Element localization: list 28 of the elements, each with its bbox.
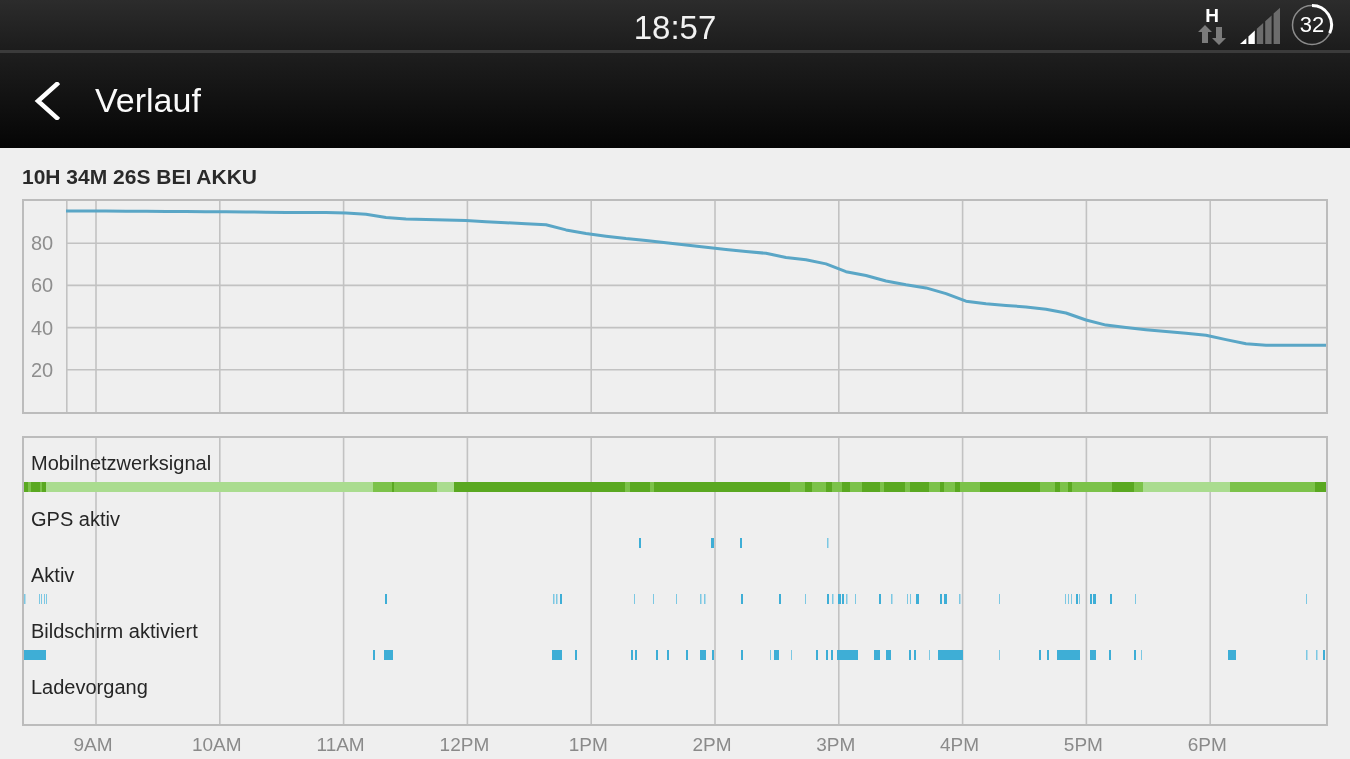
axis-label: 1PM (568, 735, 608, 755)
signal-bars-icon (1240, 6, 1282, 44)
data-arrows-icon (1198, 24, 1226, 45)
axis-label: 5PM (1063, 735, 1103, 755)
axis-label: 12PM (439, 735, 490, 755)
clock-time: 18:57 (633, 7, 717, 44)
axis-label: 10AM (192, 735, 242, 755)
axis-label: 2PM (692, 735, 732, 755)
row-label: Aktiv (31, 563, 75, 588)
axis-label: 11AM (316, 735, 365, 755)
battery-ring-icon (1290, 3, 1334, 47)
axis-label: 20 (30, 359, 54, 380)
row-label: Mobilnetzwerksignal (31, 451, 212, 476)
axis-label: 9AM (73, 735, 113, 755)
row-label: GPS aktiv (31, 507, 120, 532)
axis-label: 6PM (1187, 735, 1227, 755)
row-label: Bildschirm aktiviert (31, 619, 198, 644)
axis-label: 4PM (940, 735, 980, 755)
battery-duration-title: 10H 34M 26S BEI AKKU (22, 165, 257, 189)
page-title: Verlauf (95, 81, 201, 120)
axis-label: 40 (30, 317, 54, 338)
network-type-text: H (1205, 5, 1219, 25)
axis-label: 80 (30, 233, 54, 254)
axis-label: 3PM (816, 735, 856, 755)
back-icon (34, 81, 60, 120)
row-label: Ladevorgang (31, 675, 148, 700)
axis-label: 60 (30, 275, 54, 296)
battery-level-text: 32 (1299, 14, 1325, 36)
